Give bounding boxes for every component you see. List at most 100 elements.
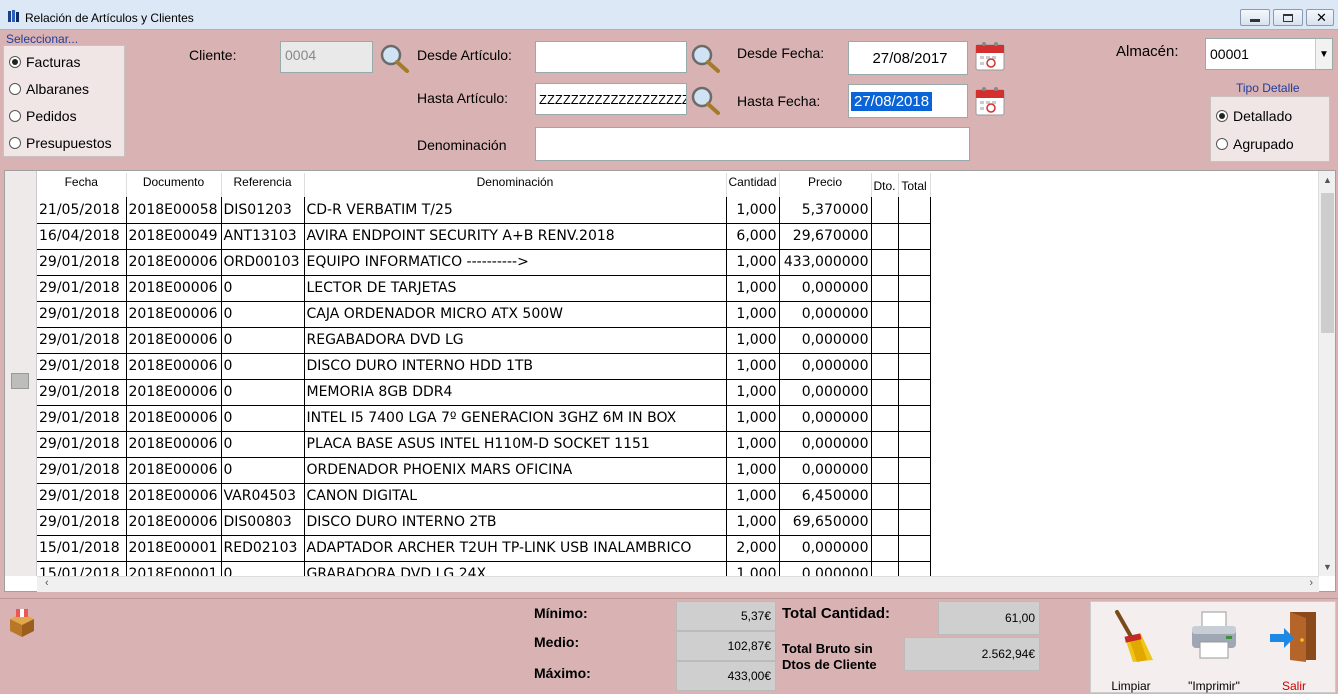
table-row[interactable]: 16/04/2018 2018E00049 ANT13103 AVIRA ENDPOI… (37, 223, 931, 250)
column-header-precio[interactable]: Precio (779, 173, 872, 197)
table-cell: 2018E00006 (126, 275, 222, 302)
table-cell: 1,000 (726, 405, 780, 432)
table-row[interactable]: 29/01/2018 2018E00006 DIS00803 DISCO DURO I… (37, 509, 931, 536)
table-cell: 2018E00006 (126, 457, 222, 484)
maximo-label: Máximo: (534, 665, 591, 681)
table-row[interactable]: 21/05/2018 2018E00058 DIS01203 CD-R VERBATI… (37, 197, 931, 224)
desde-articulo-input[interactable] (535, 41, 687, 73)
table-row[interactable]: 29/01/2018 2018E00006 0 MEMORIA 8GB DDR4 1,0… (37, 379, 931, 406)
table-cell: 29/01/2018 (37, 405, 127, 432)
table-cell: 29/01/2018 (37, 483, 127, 510)
total-bruto-value: 2.562,94€ (904, 637, 1040, 671)
table-row[interactable]: 15/01/2018 2018E00001 RED02103 ADAPTADOR AR… (37, 535, 931, 562)
minimo-label: Mínimo: (534, 605, 588, 621)
table-cell (898, 379, 931, 406)
column-header-documento[interactable]: Documento (126, 173, 222, 197)
table-cell: 2018E00006 (126, 301, 222, 328)
almacen-select[interactable]: 00001 ▼ (1205, 38, 1333, 70)
results-grid[interactable]: Fecha Documento Referencia Denominación … (4, 170, 1336, 592)
results-table: Fecha Documento Referencia Denominación … (37, 173, 931, 588)
table-cell: 0,000000 (779, 301, 872, 328)
table-cell: 15/01/2018 (37, 535, 127, 562)
table-cell: 1,000 (726, 301, 780, 328)
table-cell: 1,000 (726, 379, 780, 406)
table-cell: 2018E00006 (126, 431, 222, 458)
radio-presupuestos[interactable]: Presupuestos (9, 135, 112, 151)
table-cell (871, 431, 899, 458)
table-cell: 6,000 (726, 223, 780, 250)
scroll-down-icon[interactable]: ▼ (1319, 558, 1336, 576)
scroll-up-icon[interactable]: ▲ (1319, 171, 1336, 189)
table-cell: 6,450000 (779, 483, 872, 510)
table-row[interactable]: 29/01/2018 2018E00006 0 INTEL I5 7400 LGA 7… (37, 405, 931, 432)
table-cell (871, 353, 899, 380)
table-row[interactable]: 29/01/2018 2018E00006 0 LECTOR DE TARJETAS 1… (37, 275, 931, 302)
limpiar-label: Limpiar (1111, 679, 1151, 693)
table-cell: AVIRA ENDPOINT SECURITY A+B RENV.2018 (304, 223, 727, 250)
table-cell: 433,000000 (779, 249, 872, 276)
column-header-referencia[interactable]: Referencia (221, 173, 305, 197)
table-cell (871, 275, 899, 302)
table-cell: 0,000000 (779, 327, 872, 354)
total-cantidad-label: Total Cantidad: (782, 605, 891, 622)
radio-facturas[interactable]: Facturas (9, 54, 80, 70)
radio-albaranes[interactable]: Albaranes (9, 81, 89, 97)
tipo-detalle-group: Detallado Agrupado (1210, 96, 1330, 162)
calendar-icon[interactable] (975, 41, 1005, 71)
chevron-down-icon[interactable]: ▼ (1315, 39, 1332, 69)
table-cell (871, 379, 899, 406)
table-cell: 0,000000 (779, 535, 872, 562)
table-cell: ADAPTADOR ARCHER T2UH TP-LINK USB INALAM… (304, 535, 727, 562)
table-row[interactable]: 29/01/2018 2018E00006 0 REGABADORA DVD LG 1,… (37, 327, 931, 354)
magnifier-icon[interactable] (689, 85, 721, 115)
horizontal-scrollbar[interactable]: ‹ › (37, 576, 1319, 592)
filter-panel: Seleccionar... Facturas Albaranes Pedido… (0, 31, 1338, 169)
seleccionar-label: Seleccionar... (6, 32, 79, 46)
scroll-right-icon[interactable]: › (1309, 577, 1313, 589)
table-row[interactable]: 29/01/2018 2018E00006 ORD00103 EQUIPO INFOR… (37, 249, 931, 276)
maximize-button[interactable] (1273, 9, 1303, 26)
row-selector[interactable] (5, 171, 37, 576)
salir-button[interactable]: Salir (1259, 608, 1329, 693)
column-header-dto[interactable]: Dto. (871, 173, 899, 197)
magnifier-icon[interactable] (378, 43, 410, 73)
radio-pedidos[interactable]: Pedidos (9, 108, 77, 124)
column-header-total[interactable]: Total (898, 173, 931, 197)
hasta-fecha-input[interactable]: 27/08/2018 (848, 84, 968, 118)
vertical-scrollbar[interactable]: ▲ ▼ (1318, 171, 1335, 576)
denominacion-input[interactable] (535, 127, 970, 161)
hasta-articulo-input[interactable]: ZZZZZZZZZZZZZZZZZZZZ (535, 83, 687, 115)
table-cell: RED02103 (221, 535, 305, 562)
table-row[interactable]: 29/01/2018 2018E00006 0 DISCO DURO INTERNO … (37, 353, 931, 380)
radio-detallado[interactable]: Detallado (1216, 108, 1292, 124)
table-cell (898, 275, 931, 302)
table-cell (871, 457, 899, 484)
radio-agrupado[interactable]: Agrupado (1216, 136, 1294, 152)
table-cell: 0,000000 (779, 405, 872, 432)
table-row[interactable]: 29/01/2018 2018E00006 0 CAJA ORDENADOR MICR… (37, 301, 931, 328)
table-cell: 29/01/2018 (37, 353, 127, 380)
scroll-left-icon[interactable]: ‹ (45, 577, 49, 589)
desde-fecha-input[interactable]: 27/08/2017 (848, 41, 968, 75)
total-cantidad-value: 61,00 (938, 601, 1040, 635)
table-cell: ORDENADOR PHOENIX MARS OFICINA (304, 457, 727, 484)
calendar-icon[interactable] (975, 86, 1005, 116)
cliente-input[interactable]: 0004 (280, 41, 373, 73)
table-cell: 2018E00049 (126, 223, 222, 250)
table-row[interactable]: 29/01/2018 2018E00006 0 ORDENADOR PHOENIX M… (37, 457, 931, 484)
table-cell: LECTOR DE TARJETAS (304, 275, 727, 302)
minimize-button[interactable] (1240, 9, 1270, 26)
scroll-thumb[interactable] (1321, 193, 1334, 333)
limpiar-button[interactable]: Limpiar (1096, 608, 1166, 693)
hasta-fecha-label: Hasta Fecha: (737, 93, 821, 109)
close-button[interactable]: ✕ (1306, 9, 1334, 26)
imprimir-button[interactable]: "Imprimir" (1179, 608, 1249, 693)
column-header-cantidad[interactable]: Cantidad (726, 173, 780, 197)
magnifier-icon[interactable] (689, 43, 721, 73)
column-header-denominacion[interactable]: Denominación (304, 173, 727, 197)
salir-label: Salir (1281, 679, 1306, 693)
table-row[interactable]: 29/01/2018 2018E00006 VAR04503 CANON DIGITA… (37, 483, 931, 510)
table-header: Fecha Documento Referencia Denominación … (37, 173, 931, 197)
table-row[interactable]: 29/01/2018 2018E00006 0 PLACA BASE ASUS INT… (37, 431, 931, 458)
column-header-fecha[interactable]: Fecha (37, 173, 127, 197)
